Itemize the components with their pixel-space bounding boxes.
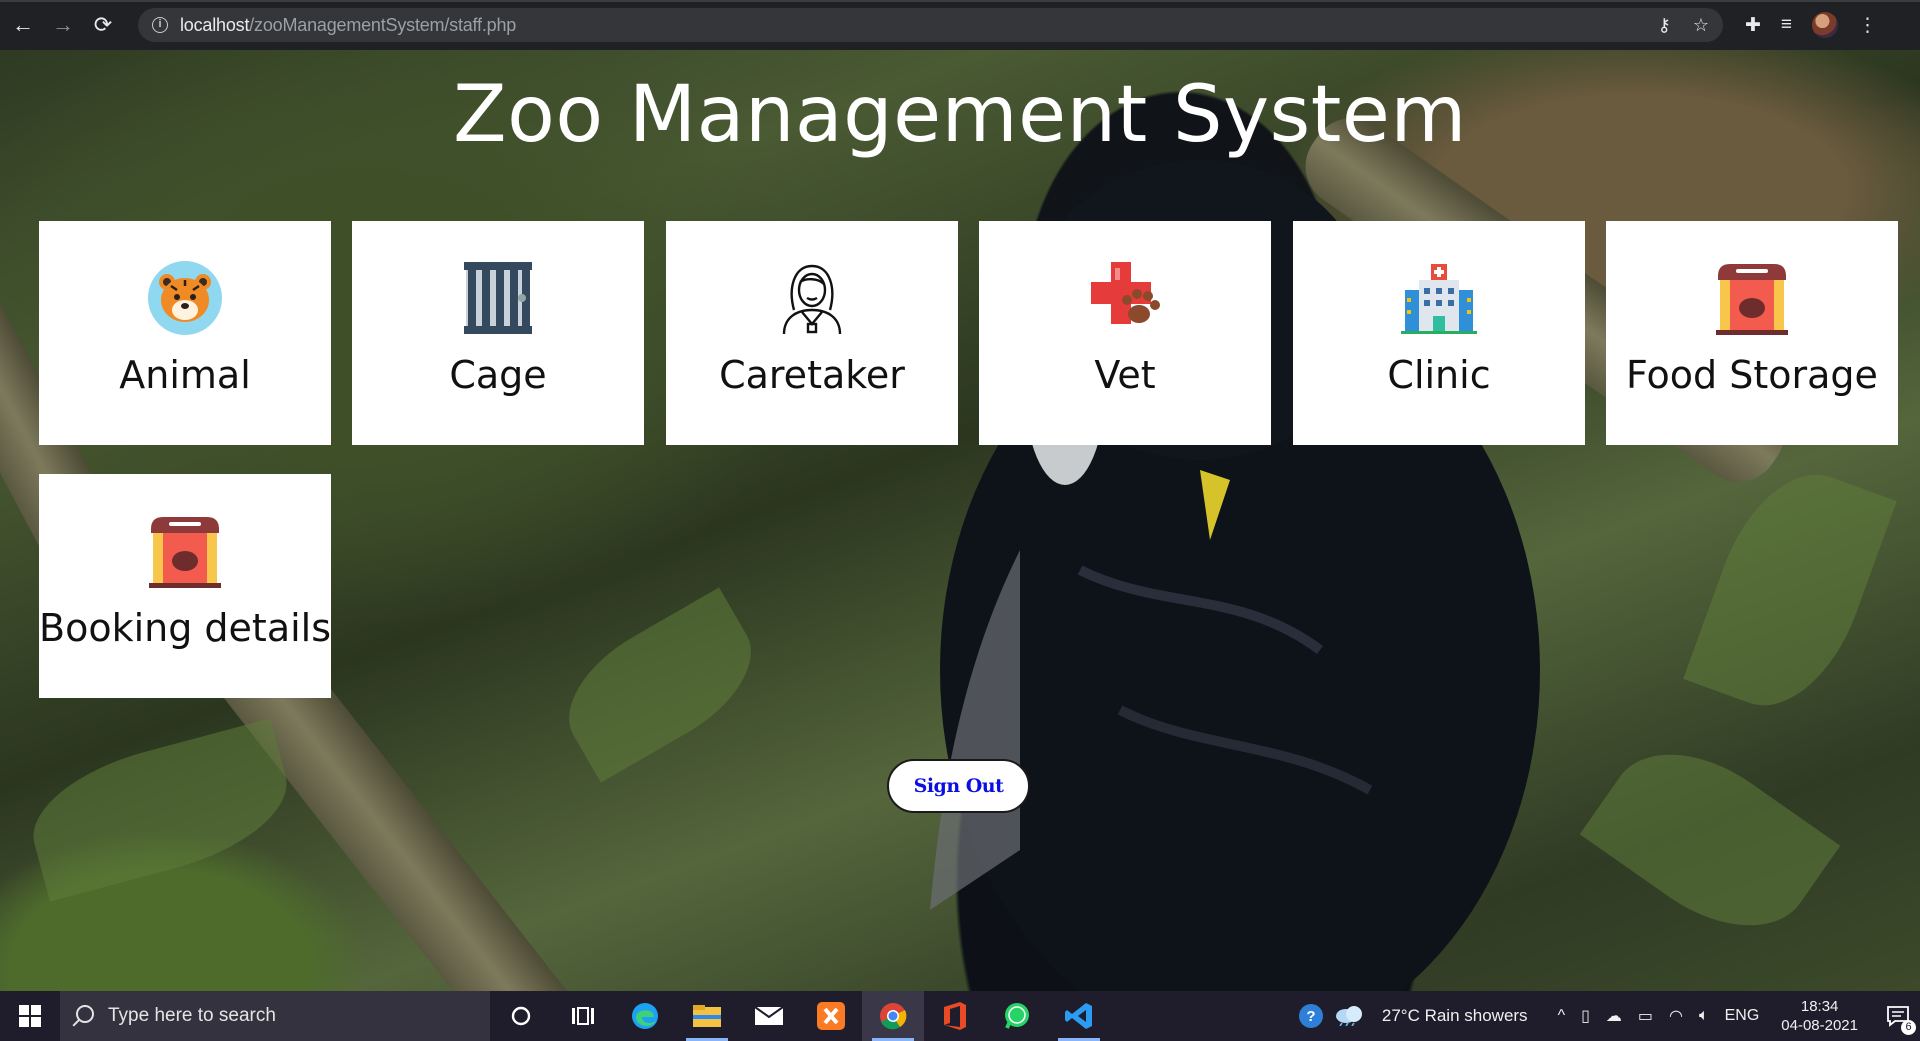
mail-icon[interactable] [738,991,800,1041]
chevron-up-icon[interactable]: ^ [1558,1007,1566,1025]
search-placeholder: Type here to search [108,1005,276,1026]
tab-strip-edge [0,0,1920,2]
info-icon[interactable]: i [152,17,168,33]
address-bar-actions: ⚷ ☆ [1658,15,1723,36]
card-animal[interactable]: Animal [39,221,331,445]
media-control-icon[interactable]: ≡ [1781,14,1792,36]
office-icon[interactable] [924,991,986,1041]
food-storage-icon [146,512,224,590]
reload-icon[interactable]: ⟳ [86,8,120,42]
volume-icon[interactable]: 🔈︎ [1699,1007,1709,1025]
clinic-icon [1400,259,1478,337]
system-tray: ? 27°C Rain showers ^ ▯ ☁ ▭ ◠ 🔈︎ ENG 18:… [1288,991,1920,1041]
task-view-icon[interactable] [552,991,614,1041]
device-icon[interactable]: ▯ [1581,1006,1590,1026]
url-path: /zooManagementSystem/staff.php [249,14,517,35]
card-booking-details[interactable]: Booking details [39,474,331,698]
card-caretaker[interactable]: Caretaker [666,221,958,445]
page-title: Zoo Management System [453,70,1467,160]
card-vet[interactable]: Vet [979,221,1271,445]
battery-icon[interactable]: ▭ [1638,1006,1653,1026]
card-label: Vet [1094,353,1156,397]
clock[interactable]: 18:34 04-08-2021 [1781,997,1858,1035]
file-explorer-icon[interactable] [676,991,738,1041]
card-label: Animal [119,353,251,397]
card-label: Food Storage [1626,353,1878,397]
address-bar[interactable]: i localhost/zooManagementSystem/staff.ph… [138,8,1723,42]
background-leaf [545,587,775,783]
card-label: Cage [449,353,547,397]
toolbar-actions: ✚ ≡ ⋮ [1745,12,1877,38]
background-leaf [18,718,302,902]
vscode-icon[interactable] [1048,991,1110,1041]
vet-icon [1086,259,1164,337]
clock-time: 18:34 [1800,998,1839,1015]
windows-taskbar: Type here to search ? 27°C Rain showers … [0,991,1920,1041]
card-label: Caretaker [719,353,905,397]
notification-count-badge: 6 [1901,1020,1916,1035]
weather-text[interactable]: 27°C Rain showers [1382,1006,1528,1026]
xampp-icon[interactable] [800,991,862,1041]
card-label: Clinic [1387,353,1491,397]
language-indicator[interactable]: ENG [1725,1007,1760,1025]
card-clinic[interactable]: Clinic [1293,221,1585,445]
star-icon[interactable]: ☆ [1693,15,1709,36]
food-storage-icon [1713,259,1791,337]
background-leaf [1579,719,1841,961]
url-host: localhost [180,14,250,35]
extensions-icon[interactable]: ✚ [1745,14,1761,37]
help-icon[interactable]: ? [1288,991,1334,1041]
notifications-icon[interactable]: 6 [1876,991,1920,1041]
cortana-icon[interactable] [490,991,552,1041]
clock-date: 04-08-2021 [1781,1017,1858,1034]
browser-toolbar: ← → ⟳ i localhost/zooManagementSystem/st… [0,0,1920,50]
avatar[interactable] [1812,12,1839,38]
onedrive-icon[interactable]: ☁ [1606,1006,1622,1026]
caretaker-icon [773,259,851,337]
card-cage[interactable]: Cage [352,221,644,445]
url-text[interactable]: localhost/zooManagementSystem/staff.php [180,15,516,36]
back-icon[interactable]: ← [6,8,40,42]
search-icon [76,1005,94,1023]
edge-browser-icon[interactable] [614,991,676,1041]
key-icon[interactable]: ⚷ [1658,15,1671,36]
windows-start-icon[interactable] [0,991,60,1041]
weather-cloud-icon[interactable] [1334,1002,1374,1031]
background-leaf [1683,453,1897,727]
page-background: Zoo Management System Animal Cage Careta… [0,50,1920,991]
card-label: Booking details [39,606,332,650]
cage-icon [459,259,537,337]
whatsapp-icon[interactable] [986,991,1048,1041]
menu-icon[interactable]: ⋮ [1858,14,1877,37]
card-food-storage[interactable]: Food Storage [1606,221,1898,445]
wifi-icon[interactable]: ◠ [1669,1006,1683,1026]
taskbar-search-input[interactable]: Type here to search [60,991,490,1041]
tiger-icon [146,259,224,337]
forward-icon[interactable]: → [46,8,80,42]
sign-out-button[interactable]: Sign Out [887,759,1030,813]
svg-text:?: ? [1306,1008,1315,1025]
chrome-icon[interactable] [862,991,924,1041]
